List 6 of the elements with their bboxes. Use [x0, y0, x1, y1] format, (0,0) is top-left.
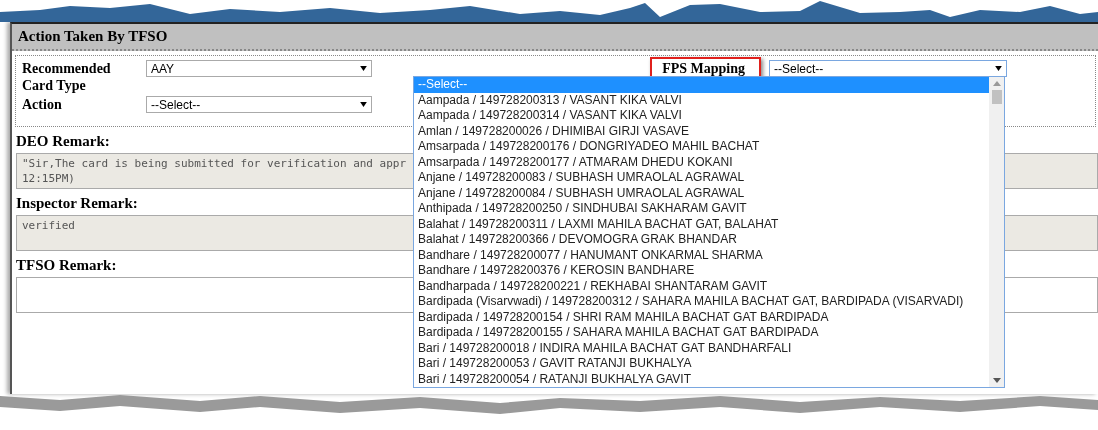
field-label: Recommended Card Type	[22, 60, 112, 94]
field-label: Action	[22, 96, 63, 113]
remark-label: TFSO Remark:	[16, 257, 117, 274]
remark-label: DEO Remark:	[16, 133, 110, 150]
panel-title: Action Taken By TFSO	[12, 24, 1098, 51]
remark-label: Inspector Remark:	[16, 195, 138, 212]
